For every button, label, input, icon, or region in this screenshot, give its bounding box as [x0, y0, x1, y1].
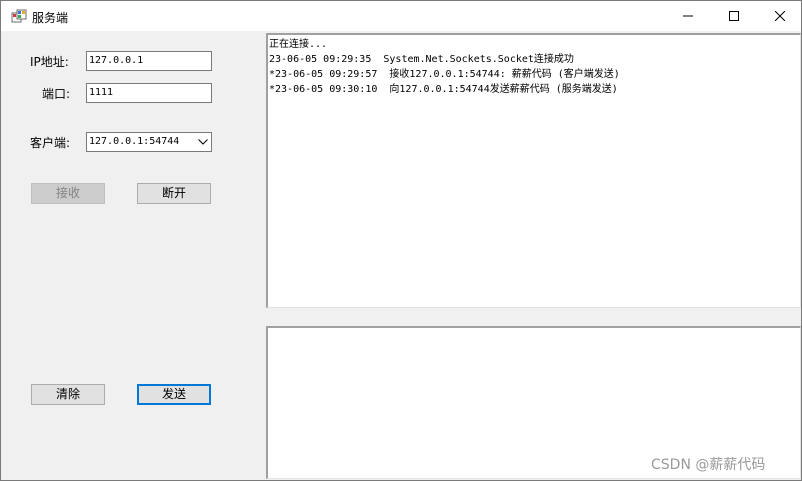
ip-address-input[interactable]: 127.0.0.1 [86, 51, 212, 71]
log-line: *23-06-05 09:29:57 接收127.0.0.1:54744: 薪薪… [269, 69, 620, 80]
client-label: 客户端: [30, 136, 71, 150]
title-bar[interactable]: 服务端 [1, 1, 801, 31]
log-textarea[interactable]: 正在连接... 23-06-05 09:29:35 System.Net.Soc… [266, 33, 801, 308]
maximize-button[interactable] [711, 1, 757, 31]
minimize-button[interactable] [665, 1, 711, 31]
client-select-value: 127.0.0.1:54744 [89, 136, 180, 147]
window-title: 服务端 [32, 11, 69, 25]
chevron-down-icon [198, 139, 208, 145]
minimize-icon [683, 15, 693, 17]
close-button[interactable] [757, 1, 802, 31]
app-icon [11, 9, 27, 23]
port-input[interactable]: 1111 [86, 83, 212, 103]
close-icon [775, 11, 785, 21]
receive-button[interactable]: 接收 [31, 183, 105, 204]
log-line: 23-06-05 09:29:35 System.Net.Sockets.Soc… [269, 54, 574, 65]
server-window: 服务端 IP地址: 127.0.0.1 端口: 1111 客户端: 127.0.… [0, 0, 802, 481]
csdn-watermark: CSDN @薪薪代码 [651, 457, 766, 473]
disconnect-button[interactable]: 断开 [137, 183, 211, 204]
client-select[interactable]: 127.0.0.1:54744 [86, 132, 212, 152]
send-button[interactable]: 发送 [137, 384, 211, 405]
port-label: 端口: [42, 87, 71, 101]
clear-button[interactable]: 清除 [31, 384, 105, 405]
ip-label: IP地址: [30, 55, 69, 69]
log-line: *23-06-05 09:30:10 向127.0.0.1:54744发送薪薪代… [269, 84, 618, 95]
log-line: 正在连接... [269, 39, 328, 50]
maximize-icon [729, 11, 739, 21]
